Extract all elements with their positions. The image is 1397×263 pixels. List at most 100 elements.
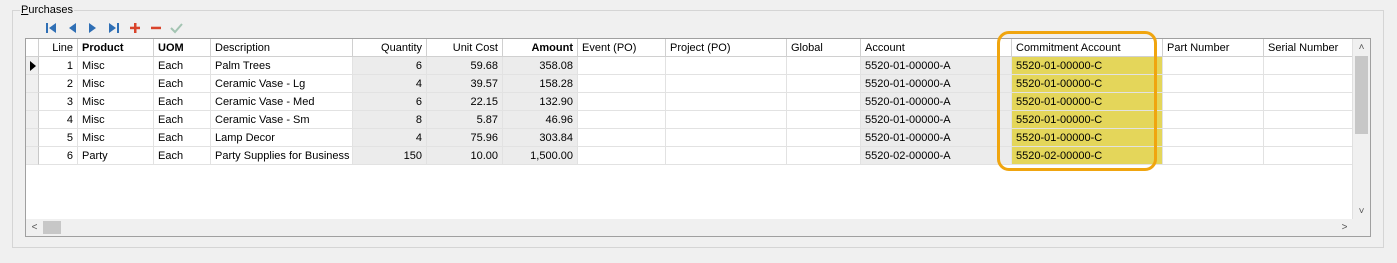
next-record-button[interactable] — [82, 20, 103, 36]
cell-global[interactable] — [787, 111, 861, 129]
cell-event[interactable] — [578, 111, 666, 129]
table-row[interactable]: 6 Party Each Party Supplies for Business 150… — [26, 147, 1364, 165]
cell-serial[interactable] — [1264, 75, 1364, 93]
table-row[interactable]: 2 Misc Each Ceramic Vase - Lg 4 39.57 158.28 55… — [26, 75, 1364, 93]
cell-desc[interactable]: Palm Trees — [211, 57, 353, 75]
scroll-down-icon[interactable]: ˅ — [1353, 203, 1370, 220]
cell-part[interactable] — [1163, 129, 1264, 147]
scroll-right-icon[interactable]: > — [1336, 219, 1353, 236]
cell-unit[interactable]: 10.00 — [427, 147, 503, 165]
column-header-global[interactable]: Global — [787, 39, 861, 57]
cell-project[interactable] — [666, 75, 787, 93]
cell-qty[interactable]: 8 — [353, 111, 427, 129]
cell-project[interactable] — [666, 147, 787, 165]
cell-product[interactable]: Party — [78, 147, 154, 165]
cell-account[interactable]: 5520-01-00000-A — [861, 111, 1012, 129]
row-selector[interactable] — [26, 75, 39, 93]
cell-part[interactable] — [1163, 147, 1264, 165]
cell-uom[interactable]: Each — [154, 57, 211, 75]
cell-commit[interactable]: 5520-01-00000-C — [1012, 111, 1163, 129]
cell-serial[interactable] — [1264, 129, 1364, 147]
cell-account[interactable]: 5520-02-00000-A — [861, 147, 1012, 165]
cell-serial[interactable] — [1264, 93, 1364, 111]
cell-amount[interactable]: 1,500.00 — [503, 147, 578, 165]
table-row[interactable]: 3 Misc Each Ceramic Vase - Med 6 22.15 132.90 5… — [26, 93, 1364, 111]
cell-line[interactable]: 4 — [39, 111, 78, 129]
cell-commit[interactable]: 5520-02-00000-C — [1012, 147, 1163, 165]
column-header-event[interactable]: Event (PO) — [578, 39, 666, 57]
cell-desc[interactable]: Ceramic Vase - Sm — [211, 111, 353, 129]
cell-project[interactable] — [666, 93, 787, 111]
post-edit-button[interactable] — [166, 20, 187, 36]
cell-serial[interactable] — [1264, 57, 1364, 75]
last-record-button[interactable] — [103, 20, 124, 36]
cell-unit[interactable]: 22.15 — [427, 93, 503, 111]
cell-desc[interactable]: Ceramic Vase - Med — [211, 93, 353, 111]
cell-uom[interactable]: Each — [154, 147, 211, 165]
column-header-qty[interactable]: Quantity — [353, 39, 427, 57]
cell-account[interactable]: 5520-01-00000-A — [861, 93, 1012, 111]
cell-desc[interactable]: Party Supplies for Business — [211, 147, 353, 165]
cell-line[interactable]: 2 — [39, 75, 78, 93]
table-row[interactable]: 4 Misc Each Ceramic Vase - Sm 8 5.87 46.96 5520… — [26, 111, 1364, 129]
cell-event[interactable] — [578, 93, 666, 111]
first-record-button[interactable] — [40, 20, 61, 36]
vertical-scrollbar[interactable]: ˄ ˅ — [1352, 39, 1370, 220]
cell-qty[interactable]: 4 — [353, 75, 427, 93]
cell-serial[interactable] — [1264, 147, 1364, 165]
cell-unit[interactable]: 59.68 — [427, 57, 503, 75]
column-header-serial[interactable]: Serial Number — [1264, 39, 1364, 57]
cell-global[interactable] — [787, 147, 861, 165]
cell-account[interactable]: 5520-01-00000-A — [861, 57, 1012, 75]
cell-uom[interactable]: Each — [154, 111, 211, 129]
cell-commit[interactable]: 5520-01-00000-C — [1012, 129, 1163, 147]
cell-desc[interactable]: Lamp Decor — [211, 129, 353, 147]
table-row[interactable]: 1 Misc Each Palm Trees 6 59.68 358.08 5520-01-0… — [26, 57, 1364, 75]
cell-amount[interactable]: 132.90 — [503, 93, 578, 111]
cell-unit[interactable]: 75.96 — [427, 129, 503, 147]
column-header-amount[interactable]: Amount — [503, 39, 578, 57]
column-header-part[interactable]: Part Number — [1163, 39, 1264, 57]
cell-qty[interactable]: 150 — [353, 147, 427, 165]
cell-amount[interactable]: 46.96 — [503, 111, 578, 129]
scroll-left-icon[interactable]: < — [26, 219, 43, 236]
row-selector[interactable] — [26, 57, 39, 75]
column-header-account[interactable]: Account — [861, 39, 1012, 57]
cell-part[interactable] — [1163, 75, 1264, 93]
cell-unit[interactable]: 39.57 — [427, 75, 503, 93]
horizontal-scroll-thumb[interactable] — [43, 221, 61, 234]
column-header-desc[interactable]: Description — [211, 39, 353, 57]
cell-product[interactable]: Misc — [78, 75, 154, 93]
cell-line[interactable]: 6 — [39, 147, 78, 165]
cell-amount[interactable]: 358.08 — [503, 57, 578, 75]
cell-event[interactable] — [578, 129, 666, 147]
cell-event[interactable] — [578, 147, 666, 165]
column-header-product[interactable]: Product — [78, 39, 154, 57]
cell-part[interactable] — [1163, 57, 1264, 75]
cell-amount[interactable]: 303.84 — [503, 129, 578, 147]
cell-serial[interactable] — [1264, 111, 1364, 129]
cell-product[interactable]: Misc — [78, 57, 154, 75]
row-selector[interactable] — [26, 147, 39, 165]
scroll-up-icon[interactable]: ˄ — [1353, 39, 1370, 56]
cell-project[interactable] — [666, 129, 787, 147]
cell-part[interactable] — [1163, 93, 1264, 111]
column-header-uom[interactable]: UOM — [154, 39, 211, 57]
cell-project[interactable] — [666, 57, 787, 75]
cell-uom[interactable]: Each — [154, 75, 211, 93]
cell-qty[interactable]: 4 — [353, 129, 427, 147]
cell-part[interactable] — [1163, 111, 1264, 129]
cell-qty[interactable]: 6 — [353, 57, 427, 75]
cell-commit[interactable]: 5520-01-00000-C — [1012, 75, 1163, 93]
cell-line[interactable]: 5 — [39, 129, 78, 147]
cell-global[interactable] — [787, 75, 861, 93]
cell-commit[interactable]: 5520-01-00000-C — [1012, 93, 1163, 111]
cell-amount[interactable]: 158.28 — [503, 75, 578, 93]
column-header-commit[interactable]: Commitment Account — [1012, 39, 1163, 57]
cell-event[interactable] — [578, 57, 666, 75]
row-selector[interactable] — [26, 111, 39, 129]
cell-project[interactable] — [666, 111, 787, 129]
cell-event[interactable] — [578, 75, 666, 93]
row-selector[interactable] — [26, 93, 39, 111]
cell-product[interactable]: Misc — [78, 129, 154, 147]
